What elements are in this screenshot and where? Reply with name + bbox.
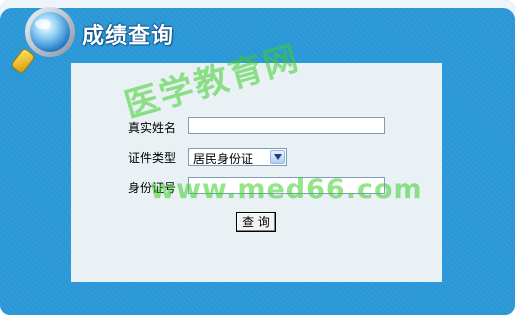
page-title: 成绩查询	[82, 24, 175, 49]
name-input[interactable]	[188, 117, 385, 134]
chevron-down-icon[interactable]	[270, 150, 285, 164]
magnifier-icon	[11, 4, 80, 76]
id-type-select[interactable]: 居民身份证	[188, 148, 287, 166]
query-panel: 成绩查询 真实姓名 证件类型 居民身份证 身份证号 查 询 医学教育网 www.…	[0, 0, 515, 315]
id-type-label: 证件类型	[127, 151, 176, 165]
id-number-label: 身份证号	[127, 181, 176, 195]
query-form: 真实姓名 证件类型 居民身份证 身份证号	[71, 63, 442, 282]
name-label: 真实姓名	[127, 121, 176, 135]
id-number-input[interactable]	[188, 177, 385, 194]
id-type-selected: 居民身份证	[193, 152, 254, 166]
query-button[interactable]: 查 询	[236, 212, 276, 232]
